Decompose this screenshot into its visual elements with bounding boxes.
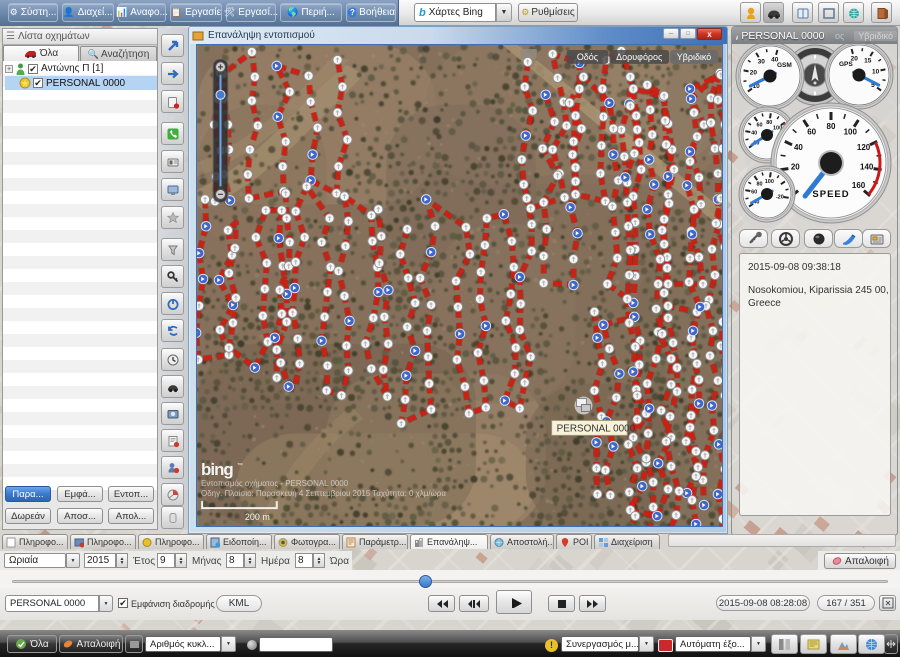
svg-text:bing: bing	[201, 460, 233, 479]
svg-text:Υβριδικό: Υβριδικό	[677, 52, 712, 62]
svg-text:20: 20	[750, 70, 758, 77]
svg-text:60: 60	[756, 122, 762, 128]
svg-text:Οδός: Οδός	[577, 52, 599, 62]
svg-text:SPEED: SPEED	[812, 189, 849, 200]
svg-text:PERSONAL 0000: PERSONAL 0000	[557, 423, 636, 434]
svg-text:10: 10	[872, 69, 880, 76]
svg-text:100: 100	[844, 128, 858, 137]
svg-text:160: 160	[852, 181, 866, 190]
svg-text:Δορυφόρος: Δορυφόρος	[616, 52, 663, 62]
svg-text:140: 140	[860, 163, 874, 172]
svg-text:-20: -20	[776, 194, 784, 200]
svg-text:40: 40	[794, 143, 803, 152]
svg-text:15: 15	[864, 57, 872, 64]
svg-text:120: 120	[857, 143, 871, 152]
svg-text:™: ™	[237, 462, 243, 469]
svg-text:60: 60	[807, 128, 816, 137]
svg-text:Οδηγ. Πλαίσιο: Παρασκευή 4 Σεπ: Οδηγ. Πλαίσιο: Παρασκευή 4 Σεπτεμβρίου 2…	[201, 489, 446, 498]
svg-text:80: 80	[766, 120, 772, 126]
svg-text:200 m: 200 m	[245, 512, 270, 522]
svg-text:GSM: GSM	[777, 62, 792, 69]
svg-text:80: 80	[756, 181, 762, 187]
svg-text:40: 40	[751, 131, 757, 137]
svg-text:20: 20	[791, 163, 800, 172]
svg-text:30: 30	[758, 58, 766, 65]
svg-text:?: ?	[350, 8, 355, 17]
svg-text:80: 80	[827, 122, 836, 131]
svg-text:Εντοπισμός οχήματος - PERSONAL: Εντοπισμός οχήματος - PERSONAL 0000	[201, 479, 349, 488]
svg-text:100: 100	[765, 179, 774, 185]
svg-text:60: 60	[751, 190, 757, 196]
svg-text:GPS: GPS	[839, 61, 853, 68]
